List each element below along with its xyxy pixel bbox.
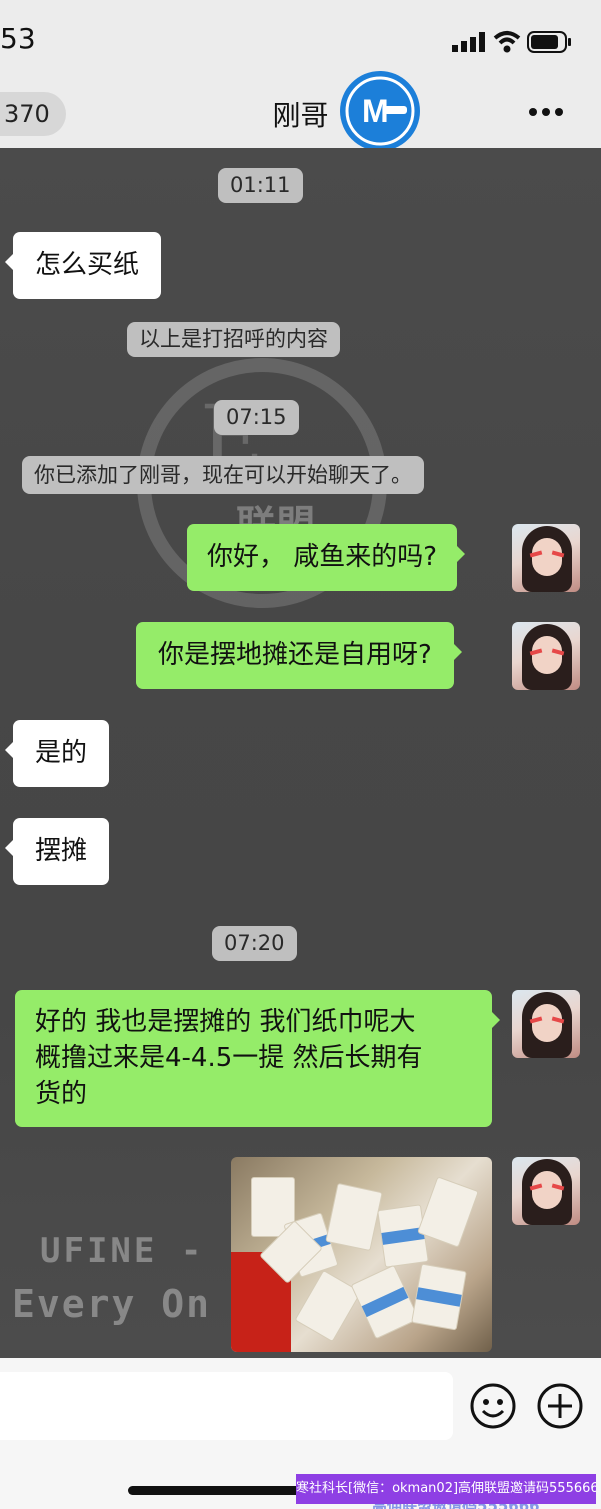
chat-area[interactable]: E 联盟 01:11 怎么买纸 以上是打招呼的内容 07:15 你已添加了刚哥，… xyxy=(0,148,601,1358)
system-notice: 以上是打招呼的内容 xyxy=(127,322,340,357)
watermark-text: UFINE - xyxy=(40,1231,205,1271)
message-line: 概撸过来是4-4.5一提 然后长期有 xyxy=(35,1043,423,1073)
message-text: 怎么买纸 xyxy=(35,250,140,280)
message-line: 好的 我也是摆摊的 我们纸巾呢大 xyxy=(35,1007,416,1037)
emoji-icon[interactable] xyxy=(469,1382,517,1430)
incoming-message[interactable]: 怎么买纸 xyxy=(4,232,162,299)
timestamp: 01:11 xyxy=(218,168,303,203)
incoming-message[interactable]: 摆摊 xyxy=(4,818,110,885)
chat-header: 370 刚哥 M xyxy=(0,71,601,151)
signal-icon xyxy=(452,32,485,52)
status-bar: 53 xyxy=(0,0,601,84)
my-avatar[interactable] xyxy=(512,622,580,690)
tissue-pack xyxy=(411,1263,467,1331)
message-input[interactable] xyxy=(0,1372,453,1440)
image-message[interactable] xyxy=(231,1157,492,1352)
my-avatar[interactable] xyxy=(512,990,580,1058)
footer-banner: 寒社科长[微信：okman02]高佣联盟邀请码555666 xyxy=(296,1474,596,1504)
message-text: 是的 xyxy=(35,738,88,768)
message-text: 你是摆地摊还是自用呀? xyxy=(158,640,432,670)
wifi-icon xyxy=(493,31,521,53)
outgoing-message[interactable]: 你是摆地摊还是自用呀? xyxy=(136,622,462,689)
outgoing-message[interactable]: 好的 我也是摆摊的 我们纸巾呢大 概撸过来是4-4.5一提 然后长期有 货的 xyxy=(15,990,500,1127)
my-avatar[interactable] xyxy=(512,524,580,592)
battery-icon xyxy=(527,31,571,53)
system-notice: 你已添加了刚哥，现在可以开始聊天了。 xyxy=(22,456,424,494)
my-avatar[interactable] xyxy=(512,1157,580,1225)
tissue-pack xyxy=(377,1204,429,1268)
message-line: 货的 xyxy=(35,1079,88,1109)
message-text: 摆摊 xyxy=(35,836,88,866)
brand-logo-letter: M xyxy=(362,93,389,129)
incoming-message[interactable]: 是的 xyxy=(4,720,110,787)
status-time: 53 xyxy=(0,22,36,55)
timestamp: 07:20 xyxy=(212,926,297,961)
plus-icon[interactable] xyxy=(536,1382,584,1430)
message-text: 你好， 咸鱼来的吗? xyxy=(207,542,438,572)
chat-title: 刚哥 xyxy=(272,99,329,132)
timestamp: 07:15 xyxy=(214,400,299,435)
outgoing-message[interactable]: 你好， 咸鱼来的吗? xyxy=(187,524,466,591)
tissue-pack xyxy=(417,1176,479,1248)
tissue-pack xyxy=(350,1264,420,1340)
tissue-pack xyxy=(294,1269,362,1343)
tissue-pack xyxy=(325,1182,383,1252)
more-options-icon[interactable] xyxy=(528,106,564,118)
brand-logo-icon: M xyxy=(340,71,420,151)
watermark-text: Every On xyxy=(12,1282,212,1326)
